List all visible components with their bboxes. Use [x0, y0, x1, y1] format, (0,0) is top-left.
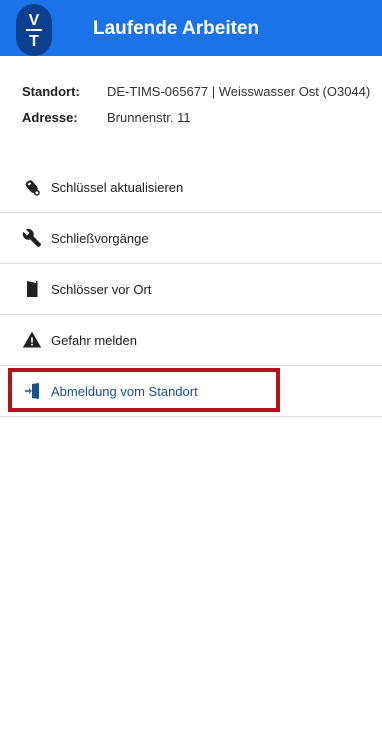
menu-item-label: Schlösser vor Ort — [51, 281, 152, 297]
svg-text:T: T — [29, 33, 39, 50]
menu-item-gefahr-melden[interactable]: Gefahr melden — [0, 315, 382, 366]
key-fob-icon — [22, 177, 42, 197]
adresse-value: Brunnenstr. 11 — [107, 110, 191, 125]
adresse-label: Adresse: — [22, 110, 78, 125]
standort-row: Standort: DE-TIMS-065677 | Weisswasser O… — [22, 84, 370, 99]
adresse-row: Adresse: Brunnenstr. 11 — [22, 110, 191, 125]
menu-item-abmeldung-vom-standort[interactable]: Abmeldung vom Standort — [0, 366, 382, 417]
menu-item-schluessel-aktualisieren[interactable]: Schlüssel aktualisieren — [0, 162, 382, 213]
menu-item-label: Schließvorgänge — [51, 230, 149, 246]
standort-value: DE-TIMS-065677 | Weisswasser Ost (O3044) — [107, 84, 371, 99]
warning-icon — [22, 330, 42, 350]
app-bar: V T Laufende Arbeiten — [0, 0, 382, 56]
menu-item-schloesser-vor-ort[interactable]: Schlösser vor Ort — [0, 264, 382, 315]
menu-item-label: Gefahr melden — [51, 332, 137, 348]
standort-label: Standort: — [22, 84, 80, 99]
door-icon — [22, 279, 42, 299]
vt-logo-icon: V T — [16, 4, 52, 56]
svg-text:V: V — [29, 12, 40, 29]
menu-item-schliessvorgaenge[interactable]: Schließvorgänge — [0, 213, 382, 264]
logout-icon — [22, 381, 42, 401]
menu-item-label: Abmeldung vom Standort — [51, 383, 198, 399]
page-title: Laufende Arbeiten — [93, 18, 260, 39]
wrench-icon — [22, 228, 42, 248]
menu-item-label: Schlüssel aktualisieren — [51, 179, 184, 195]
